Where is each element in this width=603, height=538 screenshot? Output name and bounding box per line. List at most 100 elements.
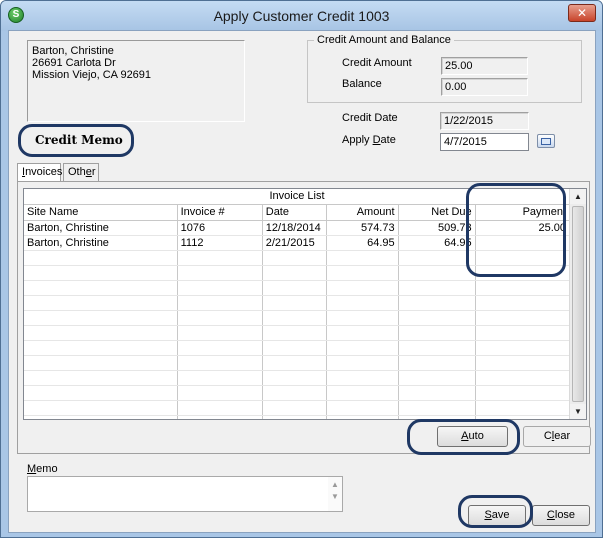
empty-cell [398, 340, 476, 356]
invoice-table-body: Barton, Christine 1076 12/18/2014 574.73… [24, 220, 571, 419]
customer-address-box: Barton, Christine 26691 Carlota Dr Missi… [27, 40, 245, 122]
save-button[interactable]: Save [468, 505, 526, 526]
scrollbar-thumb[interactable] [572, 206, 584, 402]
empty-cell [475, 250, 571, 266]
empty-cell [326, 340, 399, 356]
empty-cell [262, 295, 327, 311]
window-close-button[interactable]: ✕ [568, 4, 596, 22]
scroll-down-icon[interactable]: ▼ [570, 404, 586, 419]
empty-cell [326, 250, 399, 266]
empty-cell [24, 370, 178, 386]
empty-cell [475, 370, 571, 386]
table-row[interactable]: Barton, Christine 1112 2/21/2015 64.95 6… [24, 235, 571, 251]
empty-cell [177, 280, 263, 296]
empty-cell [326, 415, 399, 419]
clear-button[interactable]: Clear [523, 426, 591, 447]
apply-customer-credit-window: S Apply Customer Credit 1003 ✕ Barton, C… [0, 0, 603, 538]
cell-net-due: 64.95 [398, 235, 476, 251]
credit-date-field: 1/22/2015 [440, 112, 529, 130]
empty-cell [398, 415, 476, 419]
empty-cell [177, 325, 263, 341]
credit-amount-field: 25.00 [441, 57, 528, 75]
apply-date-label-rest: ate [380, 134, 396, 146]
empty-cell [398, 280, 476, 296]
tab-other-text: Oth [68, 166, 86, 178]
column-header-date[interactable]: Date [262, 205, 327, 221]
memo-label-rest: emo [36, 463, 58, 475]
empty-cell [475, 265, 571, 281]
tab-invoices[interactable]: Invoices [17, 163, 62, 182]
empty-table-row [24, 415, 571, 419]
tab-other-rest: r [91, 166, 96, 178]
column-header-payment[interactable]: Payment [475, 205, 571, 221]
clear-button-text: C [543, 430, 552, 442]
empty-cell [475, 325, 571, 341]
empty-cell [177, 355, 263, 371]
empty-cell [24, 325, 178, 341]
close-button[interactable]: Close [532, 505, 590, 526]
apply-date-label-text: Apply [342, 134, 373, 146]
table-row[interactable]: Barton, Christine 1076 12/18/2014 574.73… [24, 220, 571, 236]
empty-cell [24, 415, 178, 419]
auto-button-mnemonic: A [461, 430, 469, 442]
empty-cell [398, 385, 476, 401]
empty-cell [262, 250, 327, 266]
column-header-site-name[interactable]: Site Name [24, 205, 178, 221]
empty-cell [24, 385, 178, 401]
empty-cell [262, 265, 327, 281]
invoice-list-scrollbar[interactable]: ▲ ▼ [569, 189, 586, 419]
credit-memo-label: Credit Memo [35, 133, 123, 147]
empty-cell [177, 310, 263, 326]
empty-cell [475, 295, 571, 311]
dialog-body: Barton, Christine 26691 Carlota Dr Missi… [8, 30, 596, 533]
cell-payment[interactable]: 25.00 [475, 220, 571, 236]
empty-table-row [24, 265, 571, 281]
close-button-mnemonic: C [546, 509, 555, 521]
close-button-rest: lose [554, 509, 576, 521]
cell-site-name: Barton, Christine [24, 220, 178, 236]
column-header-amount[interactable]: Amount [326, 205, 399, 221]
invoice-list-caption: Invoice List [24, 189, 570, 205]
empty-cell [475, 280, 571, 296]
cell-date: 2/21/2015 [262, 235, 327, 251]
cell-invoice-number: 1076 [177, 220, 263, 236]
empty-cell [475, 340, 571, 356]
tab-other[interactable]: Other [63, 163, 99, 181]
empty-table-row [24, 370, 571, 386]
empty-cell [24, 340, 178, 356]
cell-net-due: 509.73 [398, 220, 476, 236]
empty-table-row [24, 250, 571, 266]
memo-textarea[interactable]: ▲ ▼ [27, 476, 343, 512]
address-line-name: Barton, Christine [32, 45, 114, 57]
empty-cell [262, 400, 327, 416]
column-header-invoice-number[interactable]: Invoice # [177, 205, 263, 221]
empty-cell [262, 370, 327, 386]
invoice-list-grid[interactable]: Invoice List Site Name Invoice # Date Am… [23, 188, 587, 420]
empty-cell [177, 415, 263, 419]
empty-cell [262, 340, 327, 356]
scroll-up-icon[interactable]: ▲ [570, 189, 586, 204]
calendar-icon[interactable] [537, 134, 555, 148]
memo-scrollbar[interactable]: ▲ ▼ [328, 477, 342, 511]
empty-cell [398, 310, 476, 326]
empty-cell [398, 400, 476, 416]
table-header-row: Site Name Invoice # Date Amount Net Due … [24, 205, 571, 221]
empty-cell [177, 340, 263, 356]
auto-button[interactable]: Auto [437, 426, 508, 447]
column-header-net-due[interactable]: Net Due [398, 205, 476, 221]
empty-cell [24, 265, 178, 281]
save-button-rest: ave [491, 509, 510, 521]
apply-date-input[interactable]: 4/7/2015 [440, 133, 529, 151]
empty-table-row [24, 295, 571, 311]
title-bar[interactable]: S Apply Customer Credit 1003 ✕ [1, 1, 602, 31]
credit-date-label: Credit Date [342, 112, 398, 124]
empty-cell [398, 370, 476, 386]
empty-cell [326, 400, 399, 416]
empty-table-row [24, 340, 571, 356]
empty-cell [24, 355, 178, 371]
empty-cell [475, 415, 571, 419]
auto-button-rest: uto [468, 430, 484, 442]
apply-date-label: Apply Date [342, 134, 396, 146]
cell-payment[interactable] [475, 235, 571, 251]
cell-amount: 64.95 [326, 235, 399, 251]
